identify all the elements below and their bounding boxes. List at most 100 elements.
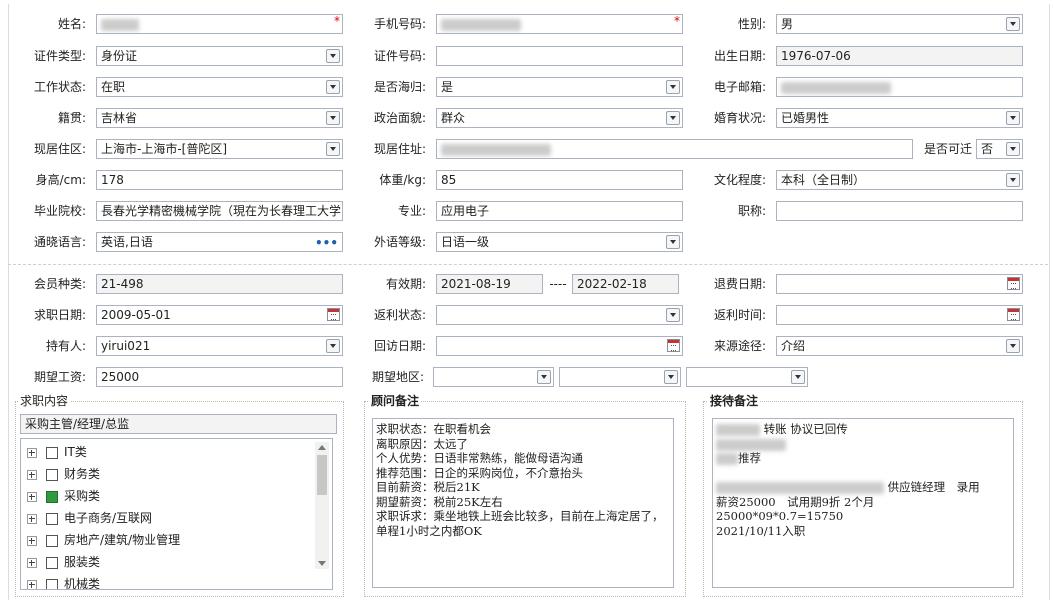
member-type-input: 21-498 bbox=[96, 274, 343, 294]
tree-scrollbar[interactable] bbox=[315, 442, 329, 569]
expand-icon[interactable] bbox=[27, 535, 37, 546]
tree-item-apparel[interactable]: 服装类 bbox=[27, 552, 100, 572]
region-province-select[interactable] bbox=[433, 367, 554, 387]
expand-icon[interactable] bbox=[27, 469, 37, 480]
chevron-down-icon[interactable] bbox=[666, 308, 680, 322]
chevron-down-icon[interactable] bbox=[664, 370, 678, 384]
tree-item-it[interactable]: IT类 bbox=[27, 442, 87, 462]
expand-icon[interactable] bbox=[27, 513, 37, 524]
language-input[interactable]: 英语,日语 ••• bbox=[96, 232, 343, 252]
gender-select[interactable]: 男 bbox=[776, 14, 1023, 34]
region-district-select[interactable] bbox=[686, 367, 808, 387]
tree-item-label: 房地产/建筑/物业管理 bbox=[64, 533, 181, 547]
source-label: 来源途径: bbox=[713, 339, 766, 353]
source-select[interactable]: 介绍 bbox=[776, 336, 1023, 356]
tree-item-finance[interactable]: 财务类 bbox=[27, 464, 100, 484]
reception-notes-title: 接待备注 bbox=[708, 394, 761, 408]
chevron-down-icon[interactable] bbox=[326, 111, 340, 125]
calendar-icon[interactable] bbox=[667, 339, 680, 352]
phone-redacted bbox=[441, 18, 521, 31]
rebate-time-input[interactable] bbox=[776, 305, 1023, 325]
phone-input[interactable]: * bbox=[436, 14, 683, 34]
checkbox[interactable] bbox=[46, 468, 58, 481]
checkbox[interactable] bbox=[46, 556, 58, 569]
id-type-select[interactable]: 身份证 bbox=[96, 46, 343, 66]
relocate-select[interactable]: 否 bbox=[976, 139, 1023, 159]
residence-area-value: 上海市-上海市-[普陀区] bbox=[101, 142, 228, 156]
holder-select[interactable]: yirui021 bbox=[96, 336, 343, 356]
job-category-tree[interactable]: IT类 财务类 采购类 电子商务/互联网 房地产/建筑/物业管理 服装类 机械类 bbox=[20, 438, 333, 590]
scroll-up-icon[interactable] bbox=[318, 445, 326, 450]
reception-line: 供应链经理 录用 bbox=[887, 480, 980, 494]
major-input[interactable]: 应用电子 bbox=[436, 201, 683, 221]
visit-date-input[interactable] bbox=[436, 336, 683, 356]
tree-item-realestate[interactable]: 房地产/建筑/物业管理 bbox=[27, 530, 180, 550]
calendar-icon[interactable] bbox=[1007, 277, 1020, 290]
education-select[interactable]: 本科（全日制） bbox=[776, 170, 1023, 190]
advisor-notes-textarea[interactable]: 求职状态：在职看机会 离职原因：太远了 个人优势：日语非常熟练，能做母语沟通 推… bbox=[372, 418, 674, 588]
chevron-down-icon[interactable] bbox=[791, 370, 805, 384]
marital-select[interactable]: 已婚男性 bbox=[776, 108, 1023, 128]
more-options-icon[interactable]: ••• bbox=[315, 235, 338, 251]
chevron-down-icon[interactable] bbox=[666, 111, 680, 125]
chevron-down-icon[interactable] bbox=[1006, 339, 1020, 353]
expand-icon[interactable] bbox=[27, 447, 37, 458]
checkbox[interactable] bbox=[46, 534, 58, 547]
region-city-select[interactable] bbox=[559, 367, 681, 387]
name-input[interactable]: * bbox=[96, 14, 343, 34]
relocate-label: 是否可迁 bbox=[923, 142, 972, 156]
height-input[interactable]: 178 bbox=[96, 170, 343, 190]
political-label: 政治面貌: bbox=[373, 111, 426, 125]
checkbox[interactable] bbox=[46, 578, 58, 589]
email-redacted bbox=[781, 81, 891, 94]
rebate-status-select[interactable] bbox=[436, 305, 683, 325]
salary-input[interactable]: 25000 bbox=[96, 367, 343, 387]
expand-icon[interactable] bbox=[27, 557, 37, 568]
residence-area-select[interactable]: 上海市-上海市-[普陀区] bbox=[96, 139, 343, 159]
political-select[interactable]: 群众 bbox=[436, 108, 683, 128]
chevron-down-icon[interactable] bbox=[666, 80, 680, 94]
chevron-down-icon[interactable] bbox=[666, 235, 680, 249]
advisor-notes-title: 顾问备注 bbox=[369, 394, 422, 408]
address-input[interactable] bbox=[436, 139, 913, 159]
tree-item-purchasing[interactable]: 采购类 bbox=[27, 486, 100, 506]
political-value: 群众 bbox=[441, 111, 466, 125]
chevron-down-icon[interactable] bbox=[326, 339, 340, 353]
foreign-level-select[interactable]: 日语一级 bbox=[436, 232, 683, 252]
id-no-input[interactable] bbox=[436, 46, 683, 66]
native-select[interactable]: 吉林省 bbox=[96, 108, 343, 128]
tree-item-ecommerce[interactable]: 电子商务/互联网 bbox=[27, 508, 152, 528]
scroll-down-icon[interactable] bbox=[318, 561, 326, 566]
email-input[interactable] bbox=[776, 77, 1023, 97]
refund-date-input[interactable] bbox=[776, 274, 1023, 294]
work-status-label: 工作状态: bbox=[33, 80, 86, 94]
expand-icon[interactable] bbox=[27, 579, 37, 589]
checkbox[interactable] bbox=[46, 446, 58, 459]
tree-item-machinery[interactable]: 机械类 bbox=[27, 574, 100, 589]
chevron-down-icon[interactable] bbox=[1006, 111, 1020, 125]
redacted-text bbox=[716, 453, 738, 465]
chevron-down-icon[interactable] bbox=[537, 370, 551, 384]
calendar-icon[interactable] bbox=[327, 308, 340, 321]
calendar-icon[interactable] bbox=[1007, 308, 1020, 321]
checkbox[interactable] bbox=[46, 512, 58, 525]
expand-icon[interactable] bbox=[27, 491, 37, 502]
work-status-select[interactable]: 在职 bbox=[96, 77, 343, 97]
chevron-down-icon[interactable] bbox=[1006, 173, 1020, 187]
returnee-select[interactable]: 是 bbox=[436, 77, 683, 97]
native-label: 籍贯: bbox=[57, 111, 86, 125]
weight-input[interactable]: 85 bbox=[436, 170, 683, 190]
chevron-down-icon[interactable] bbox=[1006, 142, 1020, 156]
title-input[interactable] bbox=[776, 201, 1023, 221]
visit-date-label: 回访日期: bbox=[373, 339, 426, 353]
job-date-input[interactable]: 2009-05-01 bbox=[96, 305, 343, 325]
scroll-thumb[interactable] bbox=[317, 455, 327, 495]
chevron-down-icon[interactable] bbox=[326, 142, 340, 156]
reception-notes-textarea[interactable]: 转账 协议已回传 推荐 供应链经理 录用 薪资25000 试用期9折 2个月 2… bbox=[712, 418, 1014, 588]
valid-separator: ---- bbox=[549, 277, 567, 291]
school-input[interactable]: 長春光学精密機械学院（現在为长春理工大学 bbox=[96, 201, 343, 221]
chevron-down-icon[interactable] bbox=[326, 49, 340, 63]
checkbox-checked[interactable] bbox=[46, 490, 58, 503]
chevron-down-icon[interactable] bbox=[1006, 17, 1020, 31]
chevron-down-icon[interactable] bbox=[326, 80, 340, 94]
